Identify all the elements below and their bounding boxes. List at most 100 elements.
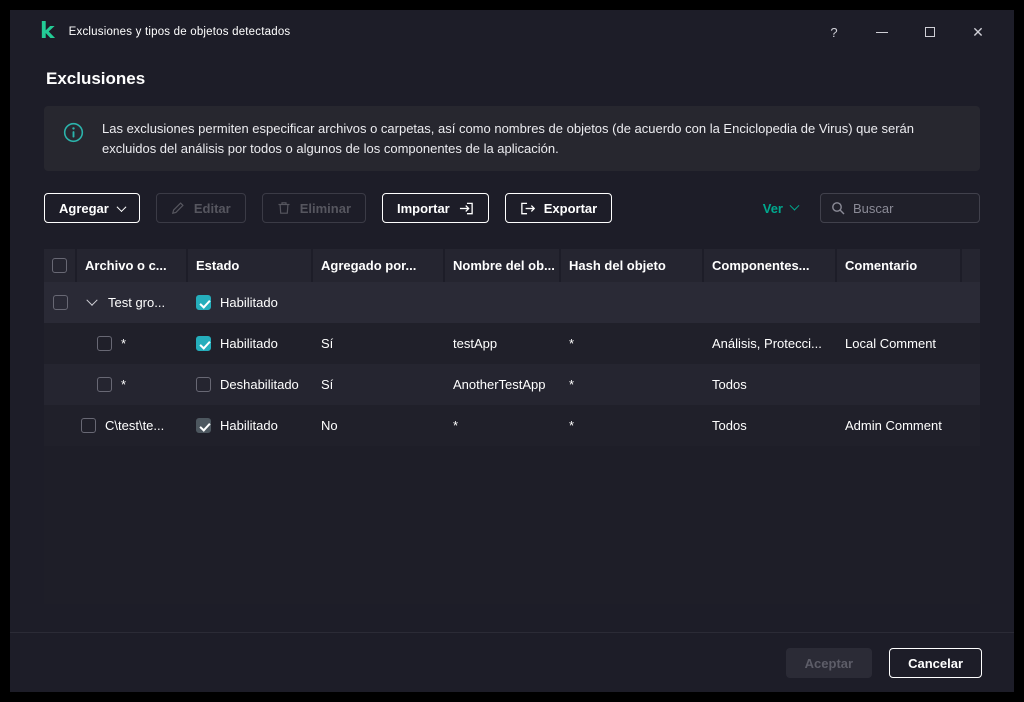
search-input[interactable] xyxy=(853,201,969,216)
info-text: Las exclusiones permiten especificar arc… xyxy=(102,119,954,158)
hash-cell: * xyxy=(561,405,704,446)
close-button[interactable]: ✕ xyxy=(970,24,986,40)
estado-label: Habilitado xyxy=(220,336,278,351)
table-row[interactable]: C\test\te... Habilitado No * * Todos Adm… xyxy=(44,405,980,446)
delete-button-label: Eliminar xyxy=(300,201,351,216)
hash-cell: * xyxy=(561,364,704,405)
table-row[interactable]: * Habilitado Sí testApp * Análisis, Prot… xyxy=(44,323,980,364)
nombre-cell: testApp xyxy=(445,323,561,364)
hash-cell: * xyxy=(561,323,704,364)
edit-button-label: Editar xyxy=(194,201,231,216)
export-button-label: Exportar xyxy=(544,201,597,216)
archivo-value: * xyxy=(121,377,126,392)
row-checkbox[interactable] xyxy=(97,336,112,351)
nombre-cell: AnotherTestApp xyxy=(445,364,561,405)
add-button[interactable]: Agregar xyxy=(44,193,140,223)
column-header-estado[interactable]: Estado xyxy=(188,249,313,282)
estado-label: Deshabilitado xyxy=(220,377,299,392)
group-estado-cell: Habilitado xyxy=(188,282,313,323)
column-header-hash[interactable]: Hash del objeto xyxy=(561,249,704,282)
column-header-archivo[interactable]: Archivo o c... xyxy=(77,249,188,282)
group-checkbox-cell xyxy=(44,282,77,323)
search-box[interactable] xyxy=(820,193,980,223)
componentes-cell: Todos xyxy=(704,364,837,405)
column-header-comentario[interactable]: Comentario xyxy=(837,249,962,282)
estado-checkbox[interactable] xyxy=(196,377,211,392)
page-title: Exclusiones xyxy=(46,69,980,89)
comentario-cell xyxy=(837,364,980,405)
maximize-button[interactable] xyxy=(922,24,938,40)
expand-chevron-icon[interactable] xyxy=(86,294,97,305)
chevron-down-icon xyxy=(790,200,800,210)
empty-cell xyxy=(44,364,77,405)
cancel-button[interactable]: Cancelar xyxy=(889,648,982,678)
kaspersky-logo-icon: k xyxy=(40,21,55,43)
comentario-cell: Admin Comment xyxy=(837,405,980,446)
empty-cell xyxy=(704,282,837,323)
window-controls: ? ✕ xyxy=(826,24,986,40)
search-icon xyxy=(831,201,845,215)
comentario-cell: Local Comment xyxy=(837,323,980,364)
empty-cell xyxy=(44,405,77,446)
table-row[interactable]: * Deshabilitado Sí AnotherTestApp * Todo… xyxy=(44,364,980,405)
group-name: Test gro... xyxy=(108,295,165,310)
table-empty-area xyxy=(44,446,980,604)
archivo-value: * xyxy=(121,336,126,351)
select-all-cell xyxy=(44,249,77,282)
estado-checkbox xyxy=(196,418,211,433)
estado-checkbox[interactable] xyxy=(196,336,211,351)
column-header-spacer xyxy=(962,249,980,282)
title-bar: k Exclusiones y tipos de objetos detecta… xyxy=(10,10,1014,54)
import-icon xyxy=(459,201,474,216)
empty-cell xyxy=(44,323,77,364)
import-button-label: Importar xyxy=(397,201,450,216)
estado-label: Habilitado xyxy=(220,295,278,310)
estado-label: Habilitado xyxy=(220,418,278,433)
archivo-cell: * xyxy=(77,323,188,364)
view-label: Ver xyxy=(763,201,783,216)
delete-button[interactable]: Eliminar xyxy=(262,193,366,223)
import-button[interactable]: Importar xyxy=(382,193,489,223)
accept-button[interactable]: Aceptar xyxy=(786,648,872,678)
estado-cell: Deshabilitado xyxy=(188,364,313,405)
archivo-value: C\test\te... xyxy=(105,418,164,433)
table-header: Archivo o c... Estado Agregado por... No… xyxy=(44,249,980,282)
estado-checkbox[interactable] xyxy=(196,295,211,310)
help-button[interactable]: ? xyxy=(826,24,842,40)
estado-cell: Habilitado xyxy=(188,405,313,446)
toolbar: Agregar Editar Eliminar Importar xyxy=(44,193,980,223)
trash-icon xyxy=(277,201,291,215)
column-header-agregado[interactable]: Agregado por... xyxy=(313,249,445,282)
info-banner: Las exclusiones permiten especificar arc… xyxy=(44,106,980,171)
pencil-icon xyxy=(171,201,185,215)
componentes-cell: Todos xyxy=(704,405,837,446)
empty-cell xyxy=(837,282,980,323)
select-all-checkbox[interactable] xyxy=(52,258,67,273)
minimize-icon xyxy=(876,32,888,33)
empty-cell xyxy=(445,282,561,323)
table-row-group[interactable]: Test gro... Habilitado xyxy=(44,282,980,323)
agregado-cell: Sí xyxy=(313,364,445,405)
edit-button[interactable]: Editar xyxy=(156,193,246,223)
export-icon xyxy=(520,201,535,216)
chevron-down-icon xyxy=(116,202,126,212)
row-checkbox[interactable] xyxy=(53,295,68,310)
column-header-componentes[interactable]: Componentes... xyxy=(704,249,837,282)
componentes-cell: Análisis, Protecci... xyxy=(704,323,837,364)
minimize-button[interactable] xyxy=(874,24,890,40)
column-header-nombre[interactable]: Nombre del ob... xyxy=(445,249,561,282)
nombre-cell: * xyxy=(445,405,561,446)
row-checkbox[interactable] xyxy=(81,418,96,433)
agregado-cell: Sí xyxy=(313,323,445,364)
view-dropdown[interactable]: Ver xyxy=(763,201,798,216)
archivo-cell: * xyxy=(77,364,188,405)
estado-cell: Habilitado xyxy=(188,323,313,364)
info-icon xyxy=(44,119,102,143)
row-checkbox[interactable] xyxy=(97,377,112,392)
empty-cell xyxy=(313,282,445,323)
archivo-cell: C\test\te... xyxy=(77,405,188,446)
empty-cell xyxy=(561,282,704,323)
add-button-label: Agregar xyxy=(59,201,109,216)
exclusions-table: Archivo o c... Estado Agregado por... No… xyxy=(44,249,980,604)
export-button[interactable]: Exportar xyxy=(505,193,612,223)
